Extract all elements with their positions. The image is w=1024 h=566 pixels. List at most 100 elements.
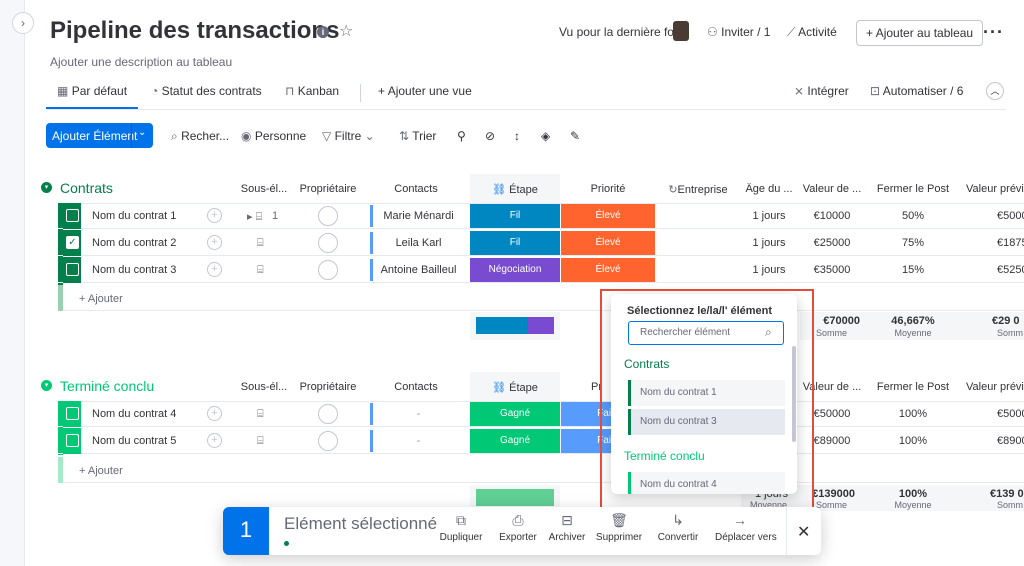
column-header[interactable]: Fermer le Post [868, 183, 958, 195]
group-collapse-icon[interactable]: ▾ [41, 182, 52, 193]
last-seen-avatar[interactable] [673, 21, 689, 41]
column-header[interactable]: Contacts [376, 381, 456, 393]
column-header[interactable]: Propriétaire [296, 183, 360, 195]
column-header[interactable]: Âge du ... [741, 183, 797, 195]
value-cell[interactable]: €35000 [800, 264, 864, 276]
add-item-row[interactable]: + Ajouter [58, 457, 1024, 483]
expand-sidebar-chevron-icon[interactable]: › [12, 12, 34, 34]
item-name[interactable]: Nom du contrat 3 [92, 264, 176, 276]
sort-button[interactable]: ⇅ Trier [399, 129, 436, 143]
stage-status[interactable]: Fil [470, 231, 560, 255]
column-header[interactable]: Entreprise [678, 184, 728, 196]
chevron-down-icon[interactable]: ⌄ [138, 127, 146, 138]
owner-avatar-icon[interactable] [318, 404, 338, 424]
column-header[interactable]: Valeur prévis [962, 381, 1024, 393]
contact-chip[interactable]: Leila Karl [370, 232, 464, 254]
row-checkbox[interactable] [66, 434, 79, 447]
row-select-cell[interactable] [63, 257, 81, 283]
action-export-button[interactable]: ⎙ Exporter [493, 512, 543, 552]
action-duplicate-button[interactable]: ⧉ Dupliquer [436, 512, 486, 552]
subitems-icon[interactable]: ⌸ [257, 237, 264, 250]
column-header[interactable]: Étape [509, 184, 538, 196]
action-convert-button[interactable]: ↳ Convertir [653, 512, 703, 552]
hide-icon[interactable]: ⊘ [485, 129, 495, 143]
tab-kanban[interactable]: ⊓ Kanban [285, 84, 339, 98]
value-cell[interactable]: €25000 [800, 237, 864, 249]
row-select-cell[interactable] [63, 428, 81, 454]
close-icon[interactable]: ✕ [797, 522, 810, 542]
subitems-icon[interactable]: ⌸ [257, 264, 264, 277]
contact-chip[interactable]: Marie Ménardi [370, 205, 464, 227]
add-view-button[interactable]: + Ajouter une vue [378, 84, 472, 98]
more-options-icon[interactable]: ··· [983, 22, 1004, 43]
owner-avatar-icon[interactable] [318, 233, 338, 253]
close-probability-cell[interactable]: 15% [868, 264, 958, 276]
priority-status[interactable]: Élevé [561, 204, 655, 228]
item-name[interactable]: Nom du contrat 4 [92, 408, 176, 420]
action-archive-button[interactable]: ⊟ Archiver [542, 512, 592, 552]
stage-status[interactable]: Gagné [470, 402, 560, 426]
column-header[interactable]: Sous-él... [236, 381, 292, 393]
column-header[interactable]: Valeur de ... [800, 183, 864, 195]
close-probability-cell[interactable]: 50% [868, 210, 958, 222]
contact-chip[interactable]: Antoine Bailleul [370, 259, 464, 281]
collapse-header-icon[interactable]: ︿ [986, 82, 1004, 100]
contact-chip[interactable]: - [370, 430, 464, 452]
action-trash-button[interactable]: 🗑 Supprimer [594, 512, 644, 552]
stage-status[interactable]: Négociation [470, 258, 560, 282]
row-height-icon[interactable]: ↕ [514, 129, 520, 143]
owner-avatar-icon[interactable] [318, 206, 338, 226]
star-icon[interactable]: ☆ [339, 21, 353, 41]
search-button[interactable]: ⌕ Recher... [171, 129, 229, 144]
add-update-icon[interactable]: + [207, 433, 222, 448]
stage-status[interactable]: Gagné [470, 429, 560, 453]
tab-contract-status[interactable]: ◔ Statut des contrats [151, 84, 262, 98]
close-probability-cell[interactable]: 100% [868, 408, 958, 420]
item-name[interactable]: Nom du contrat 1 [92, 210, 176, 222]
paint-bucket-icon[interactable]: ◈ [541, 129, 550, 143]
row-checkbox[interactable] [66, 407, 79, 420]
person-filter-button[interactable]: ◉ Personne [241, 129, 306, 143]
activity-button[interactable]: ⟋ Activité [787, 25, 837, 40]
add-update-icon[interactable]: + [207, 208, 222, 223]
add-item-button[interactable]: Ajouter Élément ⌄ [46, 123, 153, 148]
row-checkbox[interactable] [66, 263, 79, 276]
item-name[interactable]: Nom du contrat 2 [92, 237, 176, 249]
group-title[interactable]: Contrats [60, 180, 113, 196]
column-header[interactable]: Propriétaire [296, 381, 360, 393]
priority-status[interactable]: Élevé [561, 231, 655, 255]
contact-chip[interactable]: - [370, 403, 464, 425]
column-header[interactable]: Priorité [563, 183, 653, 195]
row-checkbox[interactable]: ✓ [66, 236, 79, 249]
column-header[interactable]: Valeur prévis [962, 183, 1024, 195]
integrate-button[interactable]: ⨯ Intégrer [794, 84, 849, 98]
automate-button[interactable]: ⊡ Automatiser / 6 [870, 84, 963, 98]
group-title[interactable]: Terminé conclu [60, 378, 154, 394]
board-description[interactable]: Ajouter une description au tableau [50, 55, 232, 69]
action-move-button[interactable]: → Déplacer vers [715, 512, 777, 552]
row-select-cell[interactable] [63, 203, 81, 229]
group-collapse-icon[interactable]: ▾ [41, 380, 52, 391]
subitems-icon[interactable]: ▸ ⌸ [247, 210, 262, 224]
board-title[interactable]: Pipeline des transactions [50, 17, 339, 45]
subitems-icon[interactable]: ⌸ [257, 435, 264, 448]
column-header[interactable]: Contacts [376, 183, 456, 195]
owner-avatar-icon[interactable] [318, 431, 338, 451]
subitems-icon[interactable]: ⌸ [257, 408, 264, 421]
column-header[interactable]: Fermer le Post [868, 381, 958, 393]
filter-button[interactable]: ▽ Filtre ⌄ [322, 129, 375, 143]
add-update-icon[interactable]: + [207, 406, 222, 421]
tab-default[interactable]: ▦ Par défaut [57, 84, 127, 98]
last-seen-label[interactable]: Vu pour la dernière fois [559, 25, 683, 39]
close-probability-cell[interactable]: 100% [868, 435, 958, 447]
row-checkbox[interactable] [66, 209, 79, 222]
column-header[interactable]: Sous-él... [236, 183, 292, 195]
info-icon[interactable]: i [317, 26, 329, 38]
add-update-icon[interactable]: + [207, 262, 222, 277]
close-probability-cell[interactable]: 75% [868, 237, 958, 249]
column-header[interactable]: Étape [509, 382, 538, 394]
add-to-board-button[interactable]: + Ajouter au tableau [856, 20, 984, 46]
pin-icon[interactable]: ⚲ [457, 129, 466, 143]
priority-status[interactable]: Élevé [561, 258, 655, 282]
row-select-cell[interactable] [63, 401, 81, 427]
